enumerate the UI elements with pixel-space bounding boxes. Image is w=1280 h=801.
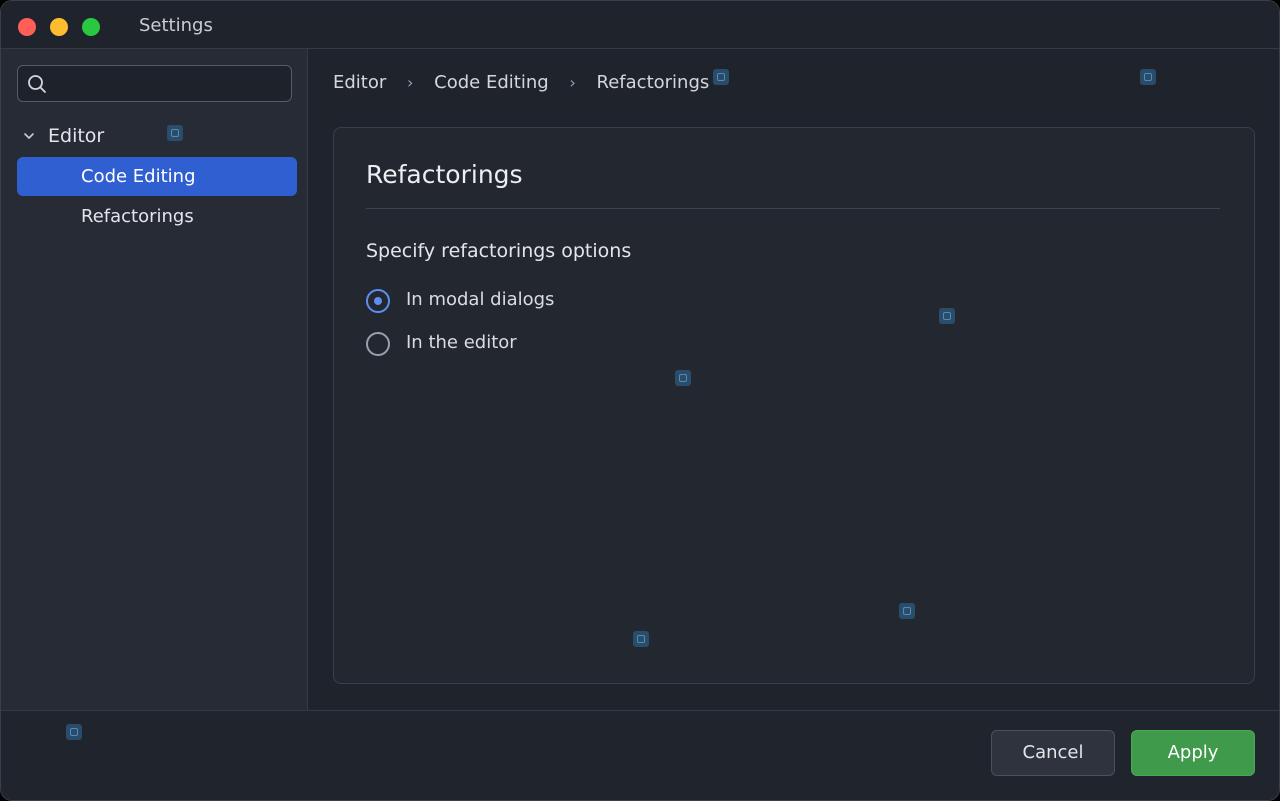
breadcrumb-item-editor[interactable]: Editor (333, 72, 386, 93)
sidebar-item-refactorings[interactable]: Refactorings (17, 197, 297, 236)
apply-button[interactable]: Apply (1131, 730, 1255, 776)
search-input[interactable] (56, 66, 290, 103)
marker-icon (1140, 69, 1156, 85)
close-window-button[interactable] (18, 18, 36, 36)
search-icon (28, 75, 46, 93)
breadcrumb-separator: › (569, 72, 576, 92)
tree-group-label: Editor (48, 125, 105, 147)
sidebar-item-label: Refactorings (81, 206, 194, 227)
chevron-down-icon[interactable] (23, 130, 35, 142)
breadcrumb: Editor › Code Editing › Refactorings (333, 71, 709, 93)
radio-option-modal-dialogs[interactable]: In modal dialogs (366, 289, 766, 315)
cancel-button[interactable]: Cancel (991, 730, 1115, 776)
breadcrumb-item-code-editing[interactable]: Code Editing (434, 72, 549, 93)
sidebar-item-code-editing[interactable]: Code Editing (17, 157, 297, 196)
minimize-window-button[interactable] (50, 18, 68, 36)
breadcrumb-separator: › (407, 72, 414, 92)
radio-button-checked[interactable] (366, 289, 390, 313)
marker-icon (633, 631, 649, 647)
breadcrumb-item-refactorings: Refactorings (596, 71, 710, 93)
refactorings-panel: Refactorings Specify refactorings option… (333, 127, 1255, 684)
radio-label[interactable]: In the editor (406, 332, 517, 353)
title-bar: Settings (1, 1, 1279, 49)
radio-button-unchecked[interactable] (366, 332, 390, 356)
dialog-footer: Cancel Apply (1, 710, 1279, 800)
section-label: Specify refactorings options (366, 240, 632, 262)
panel-divider (366, 208, 1220, 209)
settings-window: Settings Editor Code Editing Refactoring… (0, 0, 1280, 801)
sidebar-item-label: Code Editing (81, 166, 196, 187)
marker-icon (167, 125, 183, 141)
tree-group-editor[interactable]: Editor (17, 122, 297, 152)
search-box[interactable] (17, 65, 292, 103)
marker-icon (66, 724, 82, 740)
marker-icon (713, 69, 729, 85)
settings-content: Editor › Code Editing › Refactorings Ref… (309, 49, 1279, 710)
marker-icon (939, 308, 955, 324)
panel-title: Refactorings (366, 160, 523, 189)
radio-label[interactable]: In modal dialogs (406, 289, 554, 310)
marker-icon (899, 603, 915, 619)
zoom-window-button[interactable] (82, 18, 100, 36)
settings-sidebar: Editor Code Editing Refactorings (1, 49, 308, 710)
radio-option-in-editor[interactable]: In the editor (366, 332, 766, 358)
window-title: Settings (139, 15, 213, 36)
radio-dot (374, 297, 382, 305)
marker-icon (675, 370, 691, 386)
